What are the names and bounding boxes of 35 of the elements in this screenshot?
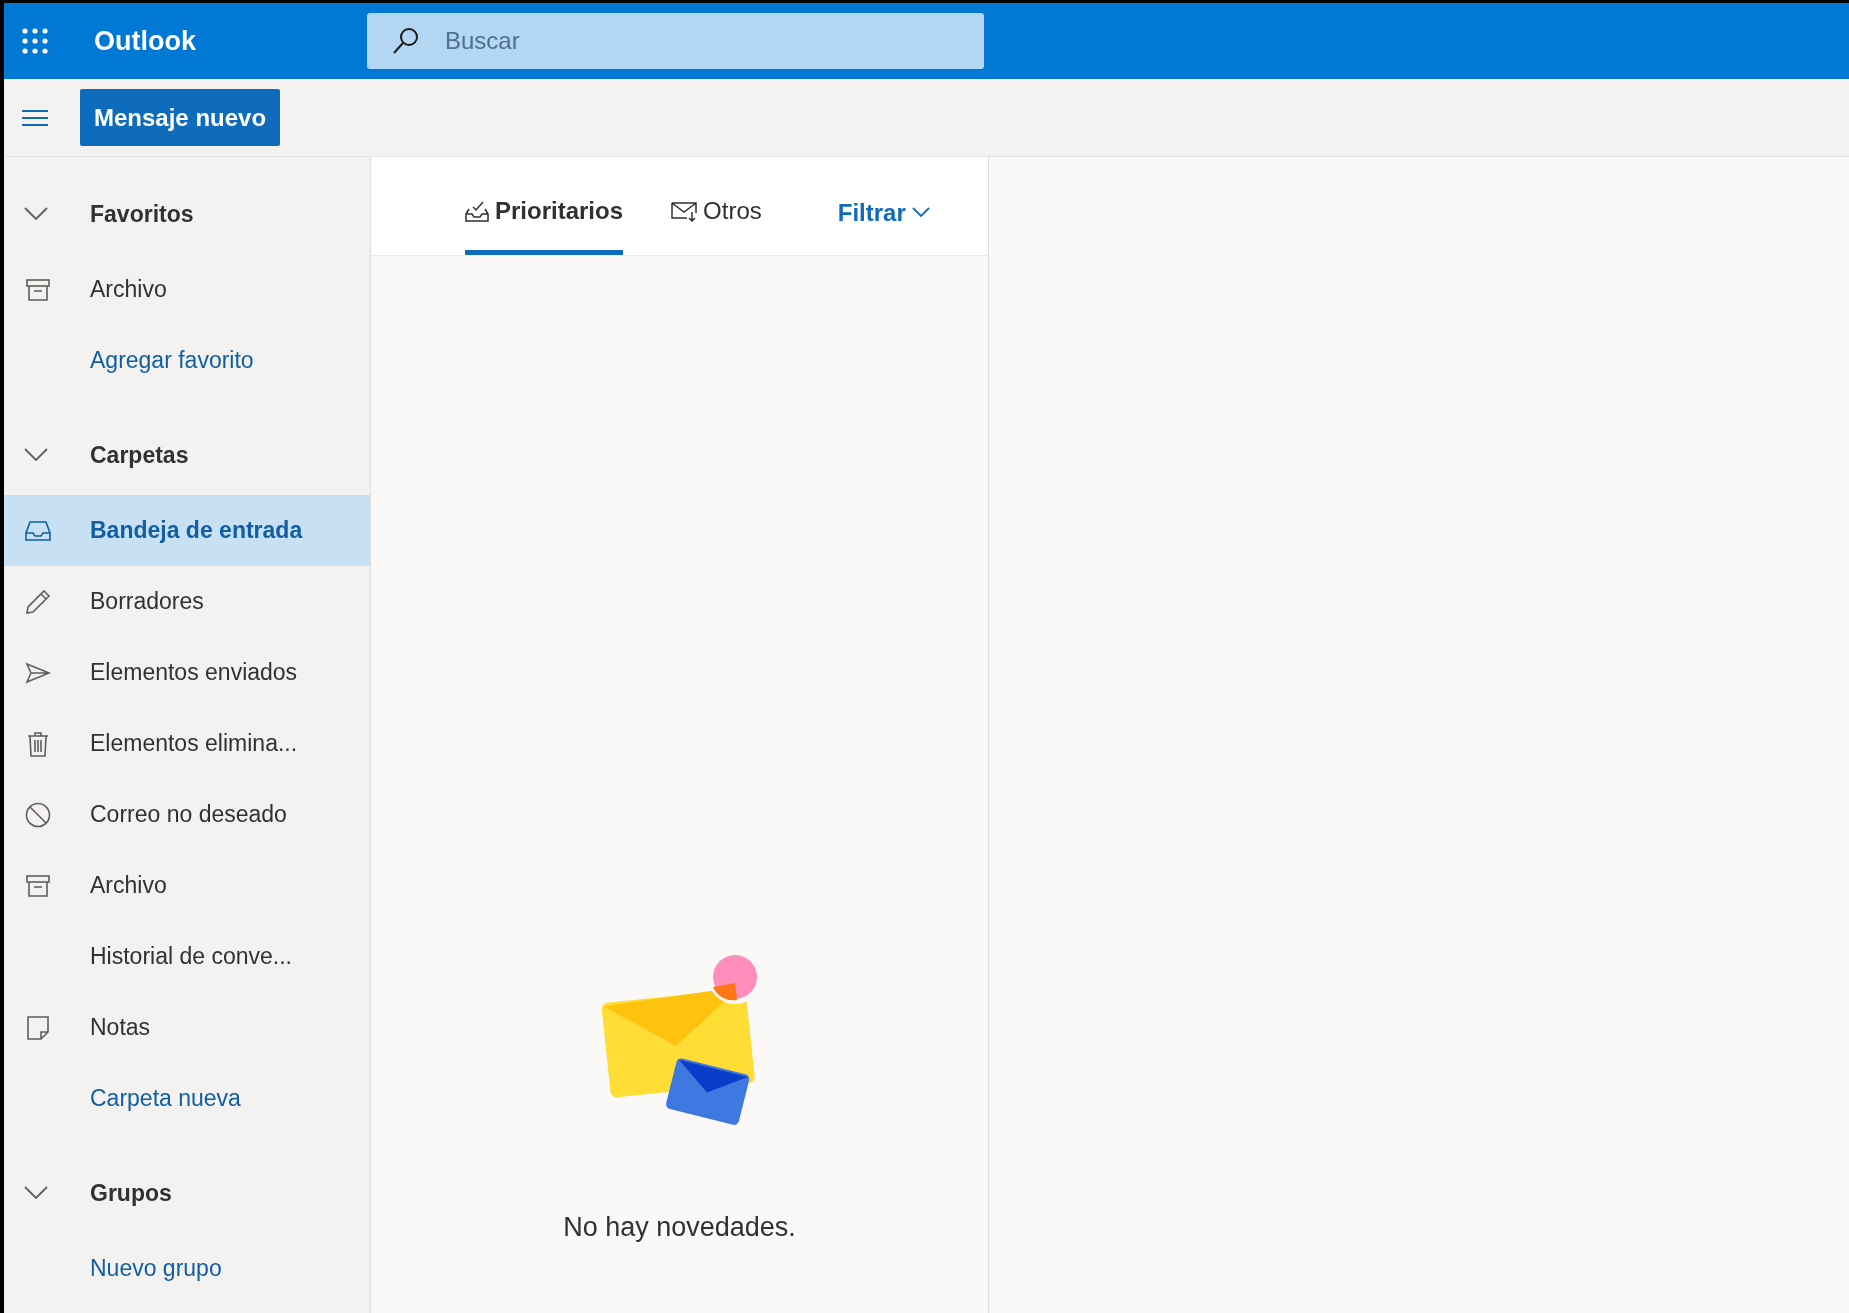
app-launcher-icon[interactable] — [22, 28, 48, 54]
folder-item[interactable]: Agregar favorito — [4, 325, 370, 396]
search-field[interactable]: Buscar — [367, 13, 984, 69]
send-icon — [25, 661, 51, 684]
menu-icon[interactable] — [22, 108, 48, 127]
folder-item[interactable]: Archivo — [4, 850, 370, 921]
folder-item[interactable]: Archivo — [4, 254, 370, 325]
folder-item[interactable]: Correo no deseado — [4, 779, 370, 850]
folder-item[interactable]: Elementos enviados — [4, 637, 370, 708]
inbox-check-icon — [465, 199, 489, 222]
filter-button[interactable]: Filtrar — [831, 157, 936, 255]
section-header[interactable]: Favoritos — [4, 174, 370, 254]
trash-icon — [27, 730, 49, 757]
chevron-down-icon — [911, 207, 930, 218]
folder-item[interactable]: Borradores — [4, 566, 370, 637]
folder-item[interactable]: Elementos elimina... — [4, 708, 370, 779]
note-icon — [27, 1015, 49, 1040]
archive-box-icon — [26, 874, 50, 897]
tab[interactable]: Otros — [671, 157, 762, 255]
folder-item[interactable]: Bandeja de entrada — [4, 495, 370, 566]
archive-box-icon — [26, 278, 50, 301]
pencil-icon — [25, 588, 51, 615]
folder-item[interactable]: Notas — [4, 992, 370, 1063]
tab[interactable]: Prioritarios — [465, 157, 624, 255]
envelope-icon — [671, 199, 698, 222]
section-header[interactable]: Carpetas — [4, 415, 370, 495]
prohibited-icon — [25, 801, 51, 828]
folder-item[interactable]: Nuevo grupo — [4, 1233, 370, 1304]
empty-state-message: No hay novedades. — [563, 1212, 796, 1243]
new-message-button[interactable]: Mensaje nuevo — [80, 89, 281, 146]
folder-item[interactable]: Carpeta nueva — [4, 1063, 370, 1134]
section-header[interactable]: Grupos — [4, 1153, 370, 1233]
inbox-tray-icon — [25, 519, 51, 542]
folder-item[interactable]: Historial de conve... — [4, 921, 370, 992]
app-title: Outlook — [94, 25, 196, 57]
